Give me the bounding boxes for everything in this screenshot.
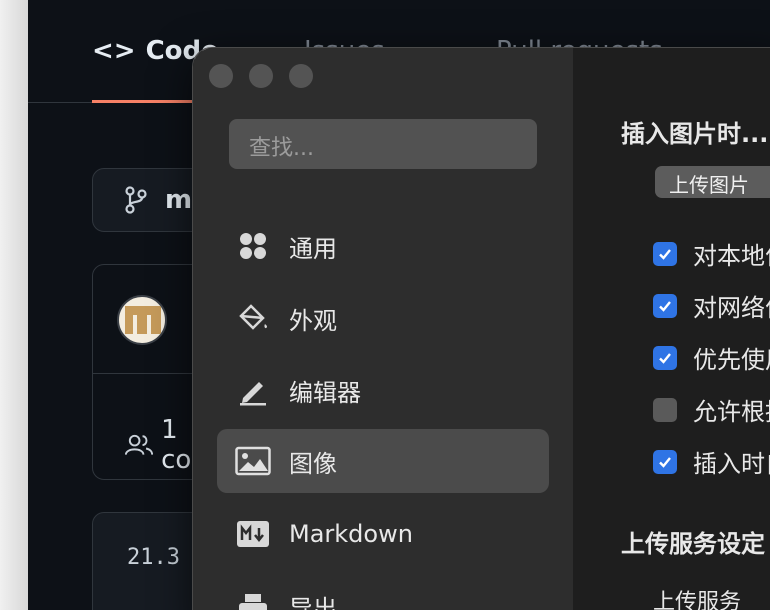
desktop-edge [0,0,28,610]
minimize-window-button[interactable] [249,64,273,88]
checkbox-checked[interactable] [653,241,677,266]
sidebar-item-markdown[interactable]: Markdown [217,502,549,566]
avatar[interactable] [117,295,167,345]
export-icon [235,588,271,610]
sidebar-item-label: 导出 [289,594,337,610]
sidebar-item-appearance[interactable]: 外观 [217,286,549,350]
zoom-window-button[interactable] [289,64,313,88]
upload-service-label: 上传服务 [653,590,742,610]
sidebar-item-image[interactable]: 图像 [217,429,549,493]
preferences-content: 插入图片时... 上传图片 对本地位置的图片应用上述规则 对网络位置的图片应用上… [573,48,770,610]
sidebar-item-label: 外观 [289,306,337,335]
branch-icon [125,186,147,214]
sidebar-item-editor[interactable]: 编辑器 [217,358,549,422]
upload-service-section-title: 上传服务设定 [621,530,765,558]
option-label: 对本地位置的图片应用上述规则 [693,242,770,270]
option-escape-on-insert[interactable]: 插入时自动转义图片 URL [653,444,770,479]
close-window-button[interactable] [209,64,233,88]
sidebar-item-label: Markdown [289,520,413,548]
sidebar-item-general[interactable]: 通用 [217,214,549,278]
sidebar-item-export[interactable]: 导出 [217,574,549,610]
paint-bucket-icon [235,300,271,336]
sidebar-item-label: 图像 [289,449,337,478]
checkbox-checked[interactable] [653,345,677,370]
preferences-sidebar: 查找... 通用 外观 编辑器 图像 Markdown 导出 [193,48,573,610]
option-label: 允许根据文件自动转义图片 URL [693,398,770,426]
grid-icon [235,228,271,264]
option-label: 插入时自动转义图片 URL [693,450,770,478]
preferences-window: 查找... 通用 外观 编辑器 图像 Markdown 导出 插入图片时... … [192,47,770,610]
checkbox-unchecked[interactable] [653,397,677,422]
upload-image-dropdown[interactable]: 上传图片 [655,166,770,198]
sidebar-item-label: 编辑器 [289,378,361,407]
option-relative-path[interactable]: 优先使用相对路径 [653,340,770,375]
checkbox-checked[interactable] [653,293,677,318]
markdown-icon [235,516,271,552]
option-label: 对网络位置的图片应用上述规则 [693,294,770,322]
sidebar-item-label: 通用 [289,234,337,263]
option-auto-escape[interactable]: 允许根据文件自动转义图片 URL [653,392,770,427]
option-network-images[interactable]: 对网络位置的图片应用上述规则 [653,288,770,323]
image-icon [235,443,271,479]
search-input[interactable]: 查找... [229,119,537,169]
code-icon: <> [92,36,136,66]
option-local-images[interactable]: 对本地位置的图片应用上述规则 [653,236,770,271]
option-label: 优先使用相对路径 [693,346,770,374]
checkbox-checked[interactable] [653,449,677,474]
active-tab-underline [92,100,202,103]
pencil-icon [235,372,271,408]
insert-image-section-title: 插入图片时... [621,120,769,148]
people-icon [125,434,154,455]
